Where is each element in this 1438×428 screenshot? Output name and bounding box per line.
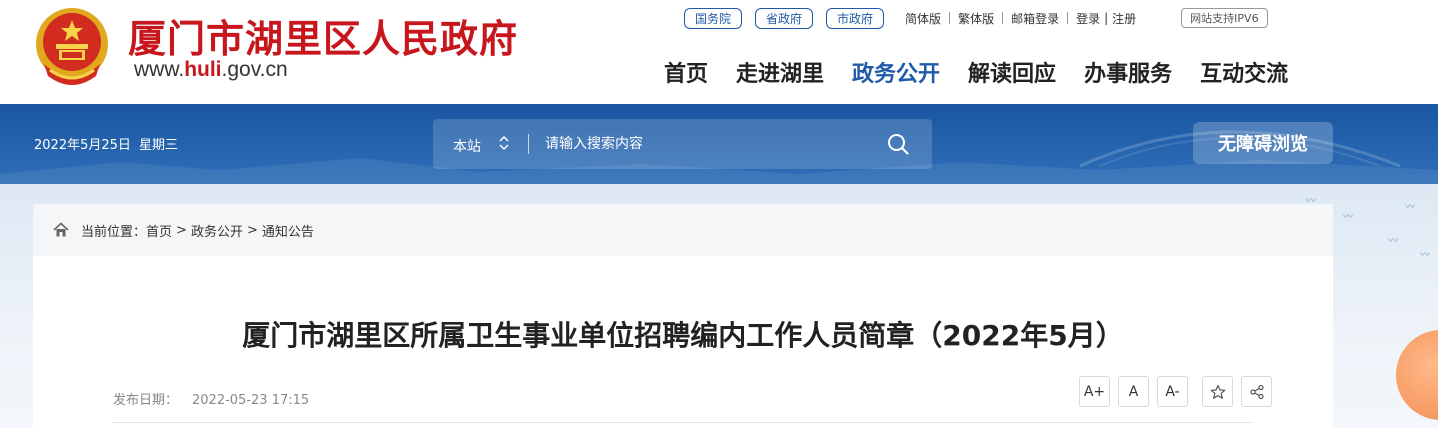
breadcrumb-item-gov-affairs[interactable]: 政务公开 bbox=[191, 221, 243, 240]
link-mail-login[interactable]: 邮箱登录 bbox=[1003, 10, 1067, 27]
star-icon bbox=[1210, 384, 1225, 399]
nav-about-huli[interactable]: 走进湖里 bbox=[736, 56, 824, 88]
current-date: 2022年5月25日 星期三 bbox=[34, 134, 178, 153]
publish-info: 发布日期： 2022-05-23 17:15 bbox=[113, 389, 309, 408]
bird-decoration: 〰 bbox=[1343, 212, 1353, 223]
national-emblem-icon[interactable] bbox=[32, 4, 112, 88]
publish-date: 2022-05-23 17:15 bbox=[192, 393, 310, 408]
link-traditional[interactable]: 繁体版 bbox=[950, 10, 1002, 27]
chevron-updown-icon[interactable] bbox=[499, 133, 509, 153]
article-title: 厦门市湖里区所属卫生事业单位招聘编内工作人员简章（2022年5月） bbox=[242, 319, 1124, 352]
search-band: 2022年5月25日 星期三 本站 无障碍浏览 bbox=[0, 104, 1438, 184]
article-container: 厦门市湖里区所属卫生事业单位招聘编内工作人员简章（2022年5月） 发布日期： 2… bbox=[33, 256, 1333, 428]
site-title[interactable]: 厦门市湖里区人民政府 bbox=[128, 8, 518, 63]
url-brand: huli bbox=[184, 58, 222, 81]
url-suffix: .gov.cn bbox=[221, 58, 288, 81]
breadcrumb-separator: > bbox=[246, 222, 258, 238]
nav-home[interactable]: 首页 bbox=[664, 56, 708, 88]
bird-decoration: 〰 bbox=[1405, 202, 1415, 213]
site-header: 厦门市湖里区人民政府 www.huli.gov.cn 国务院 省政府 市政府 简… bbox=[0, 0, 1438, 104]
link-city-gov[interactable]: 市政府 bbox=[826, 7, 885, 29]
breadcrumb-item-notices[interactable]: 通知公告 bbox=[262, 221, 314, 240]
share-icon bbox=[1249, 384, 1264, 399]
search-icon[interactable] bbox=[887, 133, 909, 155]
divider bbox=[113, 422, 1253, 423]
font-decrease-button[interactable]: A- bbox=[1157, 376, 1188, 407]
favorite-button[interactable] bbox=[1202, 376, 1233, 407]
nav-interaction[interactable]: 互动交流 bbox=[1200, 56, 1288, 88]
ipv6-badge: 网站支持IPV6 bbox=[1181, 8, 1268, 28]
font-increase-button[interactable]: A+ bbox=[1079, 376, 1110, 407]
breadcrumb-separator: > bbox=[176, 222, 187, 238]
link-simplified[interactable]: 简体版 bbox=[897, 10, 949, 27]
main-nav: 首页 走进湖里 政务公开 解读回应 办事服务 互动交流 bbox=[664, 56, 1288, 88]
top-links: 国务院 省政府 市政府 简体版 繁体版 邮箱登录 登录 | 注册 网站支持IPV… bbox=[684, 7, 1268, 29]
search-scope-select[interactable]: 本站 bbox=[453, 136, 481, 156]
bird-decoration: 〰 bbox=[1388, 236, 1398, 247]
site-url[interactable]: www.huli.gov.cn bbox=[134, 58, 288, 82]
weekday-text: 星期三 bbox=[139, 138, 179, 153]
nav-services[interactable]: 办事服务 bbox=[1084, 56, 1172, 88]
article-tools: A+ A A- bbox=[1079, 376, 1280, 407]
link-login[interactable]: 登录 bbox=[1068, 10, 1102, 27]
search-divider bbox=[528, 134, 529, 154]
breadcrumb: 当前位置： 首页 > 政务公开 > 通知公告 bbox=[33, 204, 1333, 256]
home-icon bbox=[53, 222, 69, 237]
accessibility-button[interactable]: 无障碍浏览 bbox=[1193, 122, 1333, 164]
link-state-council[interactable]: 国务院 bbox=[684, 7, 743, 29]
font-default-button[interactable]: A bbox=[1118, 376, 1149, 407]
publish-label: 发布日期： bbox=[113, 393, 179, 408]
bird-decoration: 〰 bbox=[1420, 250, 1430, 261]
login-register-separator: | bbox=[1104, 11, 1109, 25]
date-text: 2022年5月25日 bbox=[34, 138, 131, 153]
search-box: 本站 bbox=[433, 119, 932, 169]
search-input[interactable] bbox=[545, 132, 865, 156]
url-prefix: www. bbox=[134, 58, 185, 81]
link-register[interactable]: 注册 bbox=[1110, 10, 1144, 27]
breadcrumb-item-home[interactable]: 首页 bbox=[146, 221, 172, 240]
link-provincial-gov[interactable]: 省政府 bbox=[755, 7, 814, 29]
share-button[interactable] bbox=[1241, 376, 1272, 407]
breadcrumb-label: 当前位置： bbox=[81, 224, 147, 240]
nav-interpretation[interactable]: 解读回应 bbox=[968, 56, 1056, 88]
nav-gov-affairs[interactable]: 政务公开 bbox=[852, 56, 940, 88]
